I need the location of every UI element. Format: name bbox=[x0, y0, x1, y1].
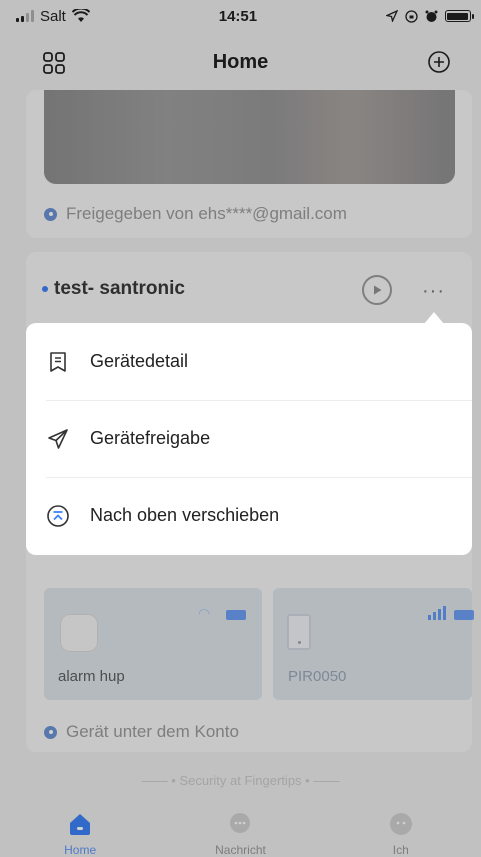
menu-item-device-detail[interactable]: Gerätedetail bbox=[26, 323, 472, 400]
menu-item-move-to-top[interactable]: Nach oben verschieben bbox=[26, 477, 472, 554]
menu-item-label: Nach oben verschieben bbox=[90, 505, 280, 525]
device-options-menu: Gerätedetail Gerätefreigabe Nach oben ve… bbox=[26, 323, 472, 555]
send-icon bbox=[48, 428, 68, 449]
menu-item-label: Gerätedetail bbox=[90, 351, 189, 371]
menu-item-label: Gerätefreigabe bbox=[90, 428, 211, 448]
document-icon bbox=[50, 351, 66, 372]
menu-item-device-share[interactable]: Gerätefreigabe bbox=[26, 400, 472, 477]
move-top-icon bbox=[47, 504, 69, 527]
